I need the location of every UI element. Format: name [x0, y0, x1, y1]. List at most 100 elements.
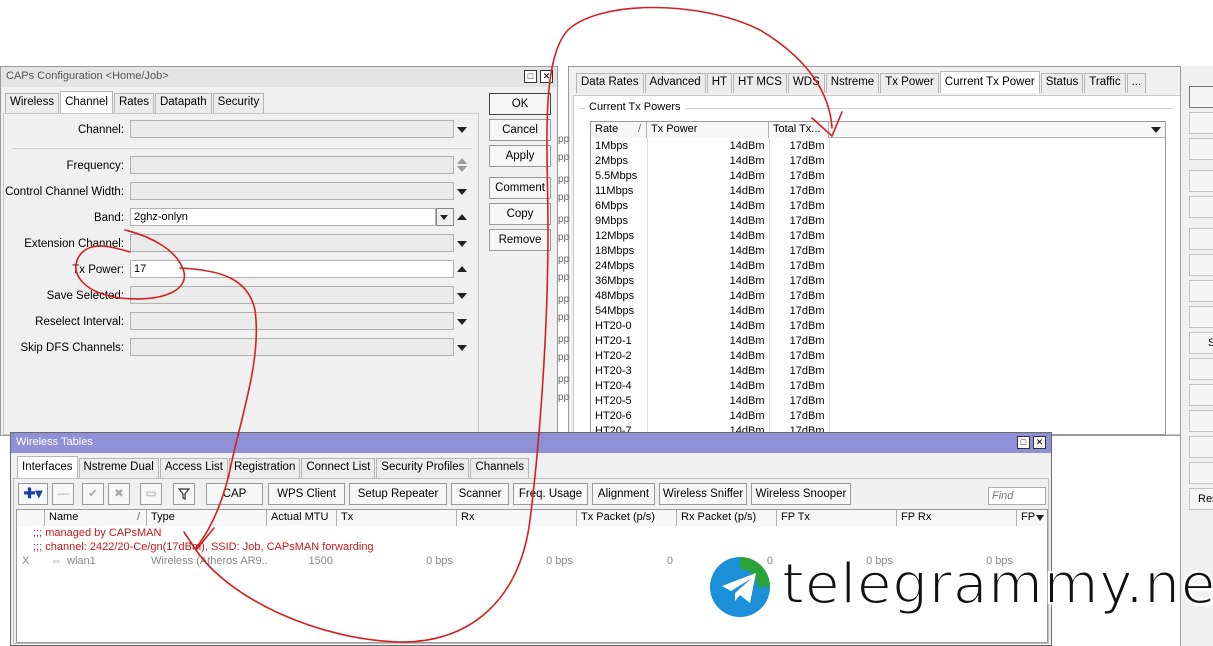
tab-advanced[interactable]: Advanced — [644, 73, 706, 93]
frequency-field[interactable] — [130, 156, 454, 174]
close-icon[interactable]: ✕ — [540, 70, 553, 83]
table-row[interactable]: 36Mbps 14dBm 17dBm — [591, 273, 838, 288]
col-flags[interactable] — [17, 510, 45, 526]
table-row[interactable]: 11Mbps 14dBm 17dBm — [591, 183, 838, 198]
scanner-button[interactable]: Scanner — [451, 483, 509, 505]
table-row[interactable]: HT20-4 14dBm 17dBm — [591, 378, 838, 393]
table-row[interactable]: 1Mbps 14dBm 17dBm — [591, 138, 838, 153]
col-actual-mtu[interactable]: Actual MTU — [267, 510, 337, 526]
comment-icon[interactable]: ▭ — [140, 483, 162, 505]
tab-traffic[interactable]: Traffic — [1084, 73, 1126, 93]
table-row[interactable]: 24Mbps 14dBm 17dBm — [591, 258, 838, 273]
table-row[interactable]: HT20-5 14dBm 17dBm — [591, 393, 838, 408]
table-row[interactable]: 54Mbps 14dBm 17dBm — [591, 303, 838, 318]
col-fp-rx[interactable]: FP Rx — [897, 510, 1017, 526]
col-fp-tx[interactable]: FP Tx — [777, 510, 897, 526]
band-field[interactable]: 2ghz-onlyn — [130, 208, 436, 226]
chevron-down-icon[interactable] — [457, 345, 467, 351]
caps-titlebar[interactable]: CAPs Configuration <Home/Job> □ ✕ — [1, 67, 557, 87]
ok-button[interactable]: OK — [489, 93, 551, 115]
tab-security[interactable]: Security — [212, 93, 265, 113]
partial-button[interactable] — [1189, 436, 1213, 458]
tab-tx-power[interactable]: Tx Power — [880, 73, 939, 93]
tab-wireless[interactable]: Wireless — [5, 93, 60, 113]
col-rx[interactable]: Rx — [457, 510, 577, 526]
table-row[interactable]: 18Mbps 14dBm 17dBm — [591, 243, 838, 258]
band-dropdown-button[interactable] — [436, 208, 454, 226]
restore-icon[interactable]: □ — [1017, 436, 1030, 449]
setup-repeater-button[interactable]: Setup Repeater — [349, 483, 447, 505]
tab-ht-mcs[interactable]: HT MCS — [733, 73, 787, 93]
close-icon[interactable]: ✕ — [1033, 436, 1046, 449]
partial-button[interactable] — [1189, 254, 1213, 276]
col-rate[interactable]: Rate / — [591, 122, 647, 138]
tab-access-list[interactable]: Access List — [159, 458, 228, 478]
disable-icon[interactable]: ✖ — [108, 483, 130, 505]
spin-up-icon[interactable] — [457, 158, 467, 164]
wps-client-button[interactable]: WPS Client — [268, 483, 345, 505]
partial-button[interactable] — [1189, 280, 1213, 302]
table-row[interactable]: 5.5Mbps 14dBm 17dBm — [591, 168, 838, 183]
find-input[interactable] — [988, 487, 1046, 505]
tab-interfaces[interactable]: Interfaces — [17, 456, 78, 478]
freq-usage-button[interactable]: Freq. Usage — [513, 483, 588, 505]
tab-ht[interactable]: HT — [706, 73, 733, 93]
apply-button[interactable]: Apply — [489, 145, 551, 167]
save-selected-field[interactable] — [130, 286, 454, 304]
comment-button[interactable]: Comment — [489, 177, 551, 199]
collapse-up-icon[interactable] — [457, 214, 467, 220]
remove-icon[interactable]: — — [52, 483, 74, 505]
partial-button[interactable] — [1189, 170, 1213, 192]
tab-more[interactable]: ... — [1126, 73, 1147, 93]
table-row[interactable]: HT20-2 14dBm 17dBm — [591, 348, 838, 363]
chevron-down-icon[interactable] — [457, 319, 467, 325]
partial-button[interactable] — [1189, 228, 1213, 250]
extension-field[interactable] — [130, 234, 454, 252]
tab-current-tx-power[interactable]: Current Tx Power — [939, 71, 1040, 93]
partial-button[interactable] — [1189, 410, 1213, 432]
chevron-down-icon[interactable] — [457, 241, 467, 247]
chevron-down-icon[interactable] — [457, 127, 467, 133]
wireless-snooper-button[interactable]: Wireless Snooper — [751, 483, 851, 505]
partial-button[interactable] — [1189, 196, 1213, 218]
partial-button[interactable] — [1189, 462, 1213, 484]
wt-titlebar[interactable]: Wireless Tables □ ✕ — [11, 433, 1051, 453]
wireless-sniffer-button[interactable]: Wireless Sniffer — [659, 483, 747, 505]
table-row[interactable]: 48Mbps 14dBm 17dBm — [591, 288, 838, 303]
partial-button[interactable] — [1189, 112, 1213, 134]
chevron-down-icon[interactable] — [457, 293, 467, 299]
control-width-field[interactable] — [130, 182, 454, 200]
filter-icon[interactable] — [173, 483, 195, 505]
table-row[interactable]: HT20-3 14dBm 17dBm — [591, 363, 838, 378]
spin-down-icon[interactable] — [457, 166, 467, 172]
tab-registration[interactable]: Registration — [228, 458, 301, 478]
col-tx[interactable]: Tx — [337, 510, 457, 526]
col-rx-packet[interactable]: Rx Packet (p/s) — [677, 510, 777, 526]
col-tx-power[interactable]: Tx Power — [647, 122, 769, 138]
reselect-field[interactable] — [130, 312, 454, 330]
col-total-tx[interactable]: Total Tx... — [769, 122, 829, 138]
restore-icon[interactable]: □ — [524, 70, 537, 83]
skip-dfs-field[interactable] — [130, 338, 454, 356]
partial-button[interactable] — [1189, 358, 1213, 380]
tab-status[interactable]: Status — [1040, 73, 1084, 93]
cap-button[interactable]: CAP — [206, 483, 263, 505]
table-row[interactable]: 6Mbps 14dBm 17dBm — [591, 198, 838, 213]
tab-connect-list[interactable]: Connect List — [301, 458, 376, 478]
collapse-up-icon[interactable] — [457, 266, 467, 272]
reset-button-partial[interactable]: Res — [1189, 488, 1213, 510]
channel-field[interactable] — [130, 120, 454, 138]
tab-security-profiles[interactable]: Security Profiles — [376, 458, 470, 478]
tab-data-rates[interactable]: Data Rates — [576, 73, 644, 93]
tab-rates[interactable]: Rates — [113, 93, 154, 113]
chevron-down-icon[interactable] — [457, 189, 467, 195]
column-menu-icon[interactable] — [1151, 127, 1161, 133]
table-row[interactable]: HT20-6 14dBm 17dBm — [591, 408, 838, 423]
tab-nstreme-dual[interactable]: Nstreme Dual — [78, 458, 159, 478]
col-tx-packet[interactable]: Tx Packet (p/s) — [577, 510, 677, 526]
table-row[interactable]: 12Mbps 14dBm 17dBm — [591, 228, 838, 243]
enable-icon[interactable]: ✔ — [82, 483, 104, 505]
tab-channel[interactable]: Channel — [60, 91, 113, 113]
tx-power-field[interactable]: 17 — [130, 260, 454, 278]
partial-button[interactable] — [1189, 138, 1213, 160]
